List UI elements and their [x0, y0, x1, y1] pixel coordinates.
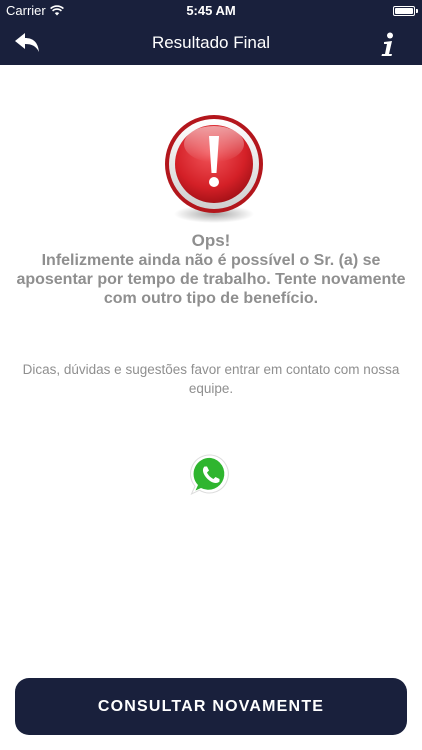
header: Carrier 5:45 AM Resultado Final [0, 0, 422, 65]
result-message: Infelizmente ainda não é possível o Sr. … [16, 252, 406, 307]
status-time: 5:45 AM [186, 3, 236, 18]
page-title: Resultado Final [151, 33, 271, 52]
battery-icon [393, 6, 415, 16]
result-title: Ops! [191, 231, 231, 250]
contact-tips: Dicas, dúvidas e sugestões favor entrar … [22, 362, 400, 396]
exclamation-alert-icon [165, 115, 263, 223]
info-icon [381, 32, 393, 56]
whatsapp-button[interactable] [188, 452, 234, 498]
whatsapp-icon [190, 454, 229, 496]
consult-again-button[interactable]: CONSULTAR NOVAMENTE [15, 678, 407, 735]
battery-level [395, 8, 413, 14]
nav-bar: Resultado Final [0, 22, 422, 65]
battery-tip [416, 9, 418, 13]
screen: Carrier 5:45 AM Resultado Final Ops! Inf… [0, 0, 422, 750]
info-button[interactable] [378, 31, 398, 59]
status-bar: Carrier 5:45 AM [0, 0, 422, 22]
